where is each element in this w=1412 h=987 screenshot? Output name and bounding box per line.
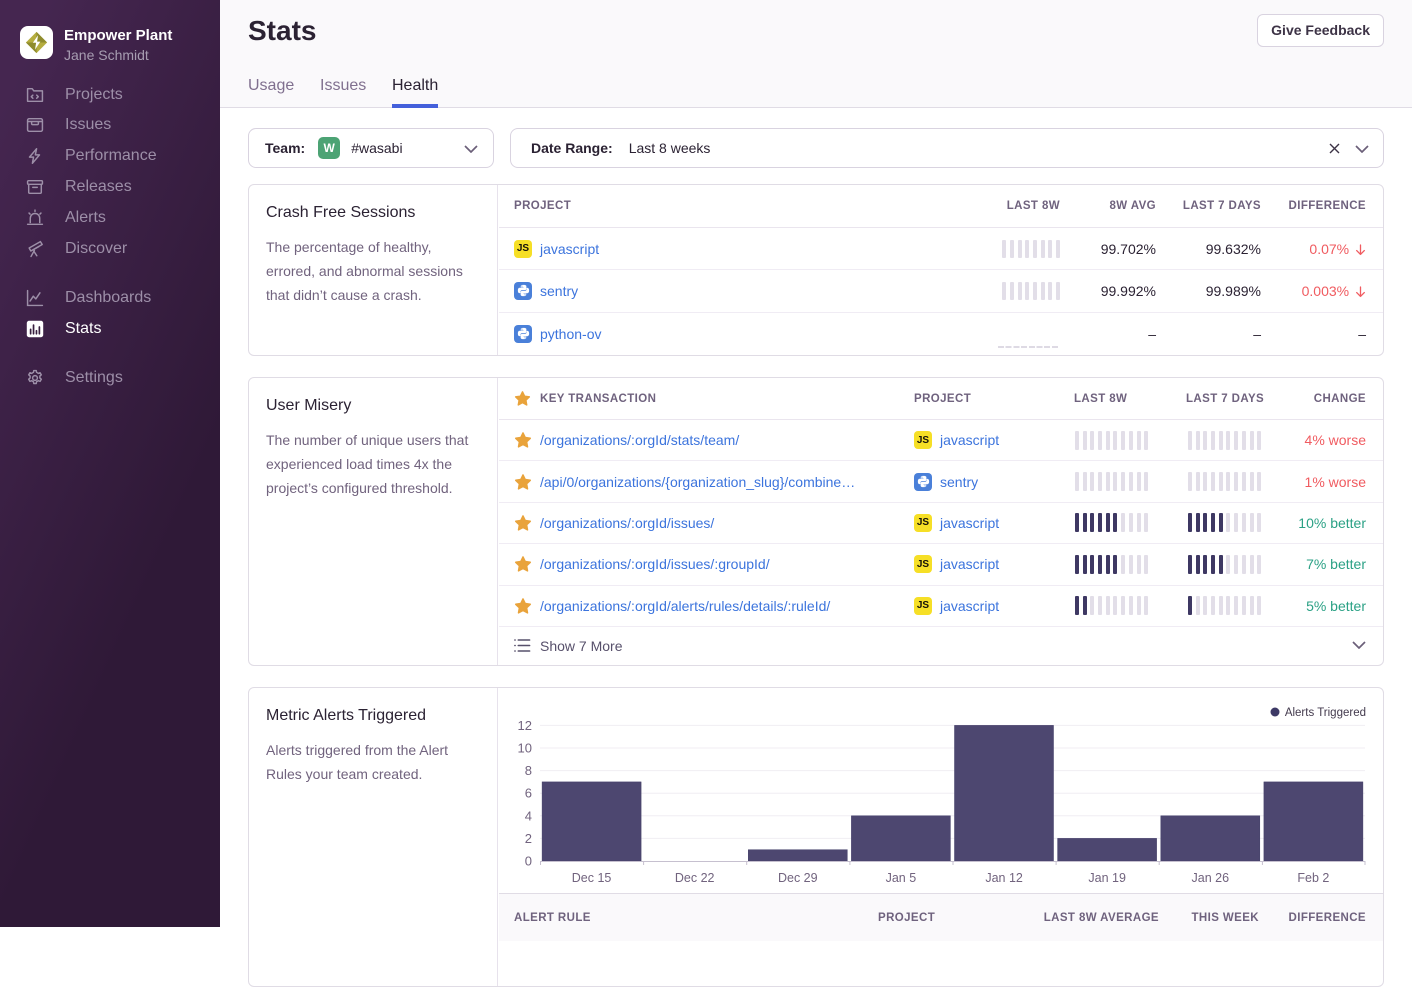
svg-text:Jan 5: Jan 5: [886, 871, 917, 885]
svg-text:Jan 26: Jan 26: [1192, 871, 1230, 885]
svg-text:0: 0: [525, 854, 532, 869]
svg-text:6: 6: [525, 786, 532, 801]
svg-text:Jan 19: Jan 19: [1088, 871, 1126, 885]
svg-text:Dec 22: Dec 22: [675, 871, 715, 885]
svg-text:4: 4: [525, 808, 532, 823]
svg-text:Dec 29: Dec 29: [778, 871, 818, 885]
svg-text:10: 10: [518, 741, 532, 756]
svg-text:8: 8: [525, 763, 532, 778]
svg-text:Dec 15: Dec 15: [572, 871, 612, 885]
svg-text:Jan 12: Jan 12: [985, 871, 1023, 885]
svg-text:Alerts Triggered: Alerts Triggered: [1285, 707, 1366, 719]
svg-text:2: 2: [525, 831, 532, 846]
svg-text:Feb 2: Feb 2: [1297, 871, 1329, 885]
svg-text:12: 12: [518, 718, 532, 733]
